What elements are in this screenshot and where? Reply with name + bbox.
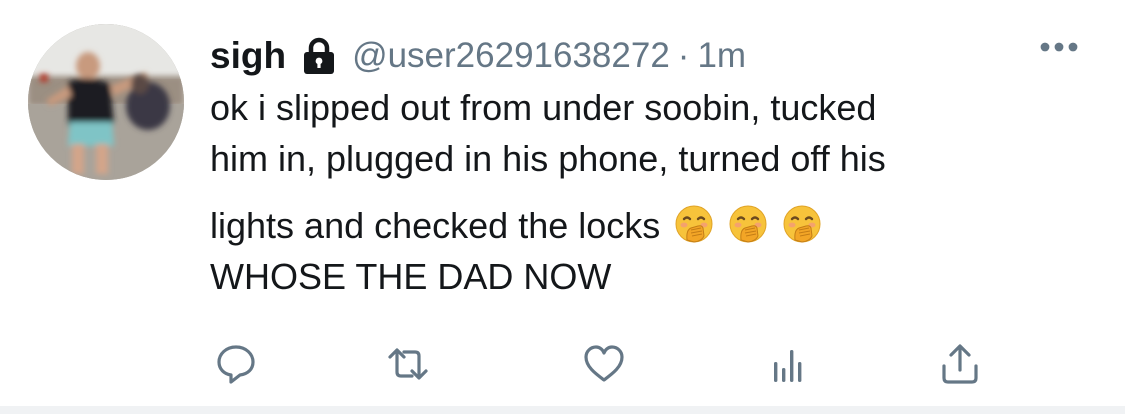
reply-button[interactable]: [208, 336, 264, 392]
tweet-text-line: WHOSE THE DAD NOW: [210, 256, 612, 297]
tweet-text-line: ok i slipped out from under soobin, tuck…: [210, 87, 877, 128]
retweet-button[interactable]: [380, 336, 436, 392]
tweet-actions: [0, 336, 1125, 392]
heart-icon: [584, 345, 624, 382]
face-with-hand-over-mouth-emoji: [782, 204, 822, 244]
tweet-header: sigh @user26291638272 · 1m: [210, 32, 746, 80]
tweet[interactable]: sigh @user26291638272 · 1m ok i slipped …: [0, 0, 1125, 406]
reply-icon: [217, 345, 255, 384]
like-button[interactable]: [576, 336, 632, 392]
analytics-icon: [774, 350, 802, 382]
tweet-text-line-with-emoji: lights and checked the locks: [210, 200, 1090, 251]
user-handle[interactable]: @user26291638272: [352, 36, 670, 76]
retweet-icon: [388, 348, 428, 380]
more-options-icon[interactable]: [1039, 40, 1079, 54]
face-with-hand-over-mouth-emoji: [674, 204, 714, 244]
separator-dot: ·: [677, 36, 690, 75]
tweet-text-line: lights and checked the locks: [210, 205, 661, 246]
lock-icon: [302, 37, 336, 75]
tweet-text: ok i slipped out from under soobin, tuck…: [210, 82, 1090, 302]
share-button[interactable]: [932, 336, 988, 392]
avatar-image: [28, 24, 184, 180]
tweet-text-line: him in, plugged in his phone, turned off…: [210, 138, 886, 179]
avatar[interactable]: [28, 24, 184, 180]
share-icon: [942, 344, 978, 384]
display-name[interactable]: sigh: [210, 35, 286, 77]
face-with-hand-over-mouth-emoji: [728, 204, 768, 244]
tweet-divider: [0, 406, 1125, 414]
analytics-button[interactable]: [760, 336, 816, 392]
timestamp[interactable]: 1m: [697, 36, 746, 76]
